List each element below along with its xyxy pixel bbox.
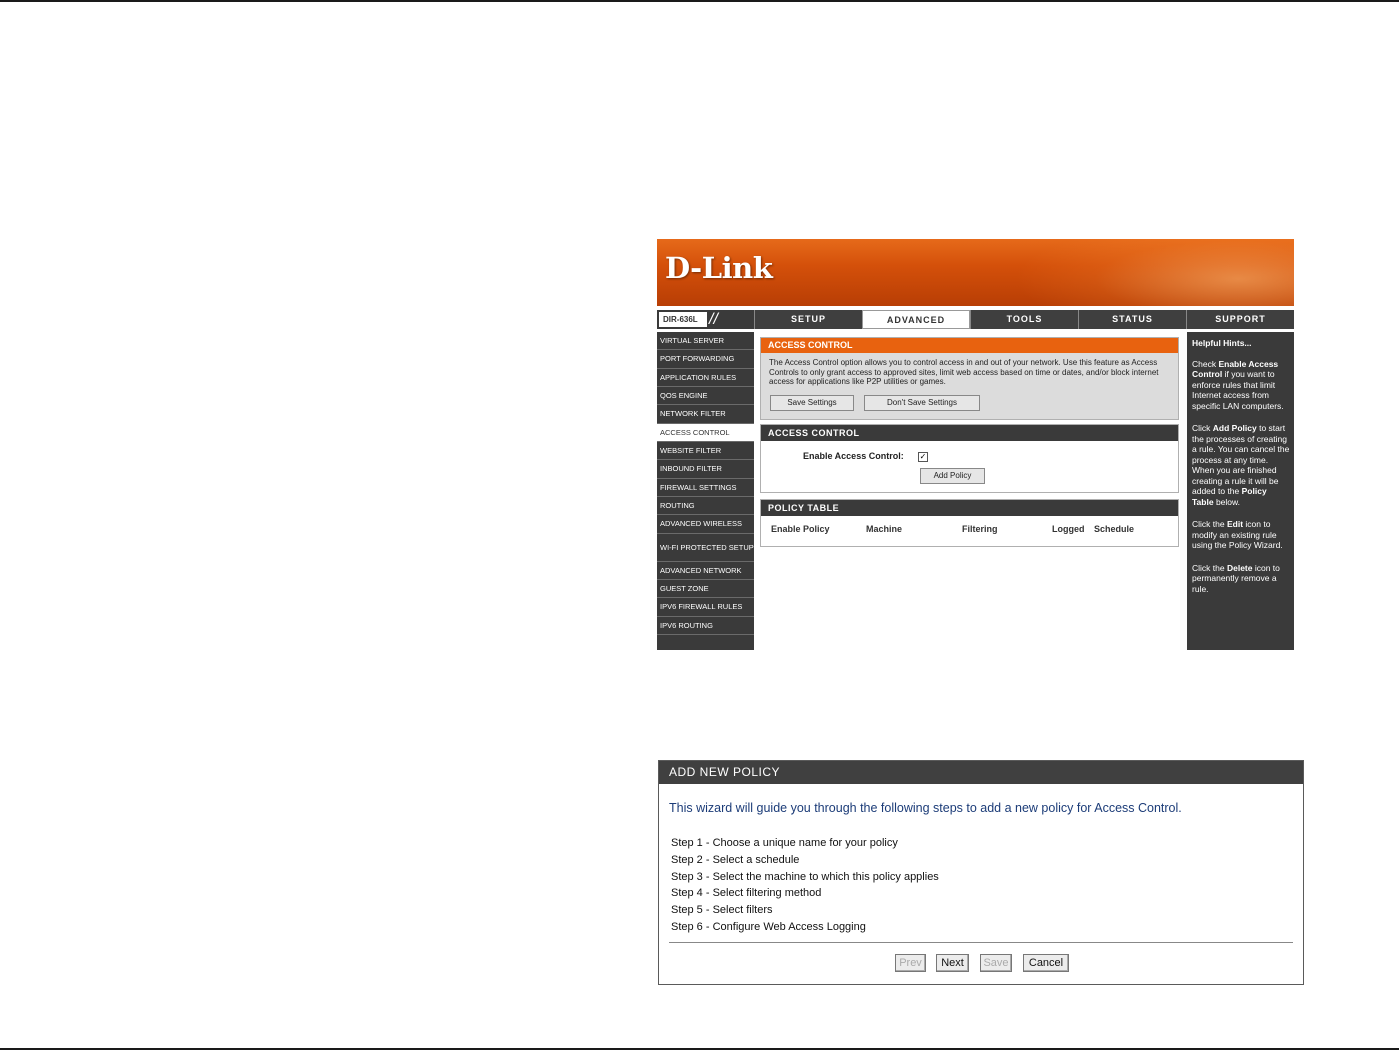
save-settings-button[interactable]: Save Settings (770, 395, 854, 411)
access-control-panel: ACCESS CONTROL Enable Access Control: ✓ … (760, 424, 1179, 493)
tab-setup[interactable]: SETUP (754, 310, 862, 329)
step-item: Step 2 - Select a schedule (671, 853, 800, 866)
helpful-hints-panel: Helpful Hints... Check Enable Access Con… (1187, 332, 1294, 650)
divider (669, 942, 1293, 943)
sidebar-item-advanced-network[interactable]: ADVANCED NETWORK (657, 562, 754, 580)
tab-status[interactable]: STATUS (1078, 310, 1186, 329)
sidebar-item-guest-zone[interactable]: GUEST ZONE (657, 580, 754, 598)
step-item: Step 1 - Choose a unique name for your p… (671, 837, 898, 849)
sidebar-item-firewall-settings[interactable]: FIREWALL SETTINGS (657, 479, 754, 497)
section-title: POLICY TABLE (761, 500, 1178, 516)
save-button[interactable]: Save (980, 954, 1012, 972)
enable-access-control-checkbox[interactable]: ✓ (918, 452, 928, 462)
sidebar-item-wifi-protected-setup[interactable]: WI-FI PROTECTED SETUP (657, 534, 754, 562)
sidebar-item-routing[interactable]: ROUTING (657, 497, 754, 515)
section-title: ACCESS CONTROL (761, 338, 1178, 353)
column-header: Machine (866, 524, 903, 534)
sidebar-item-website-filter[interactable]: WEBSITE FILTER (657, 442, 754, 460)
sidebar-item-advanced-wireless[interactable]: ADVANCED WIRELESS (657, 515, 754, 534)
wizard-intro: This wizard will guide you through the f… (669, 801, 1182, 815)
hints-title: Helpful Hints... (1192, 338, 1252, 348)
prev-button[interactable]: Prev (895, 954, 926, 972)
step-item: Step 3 - Select the machine to which thi… (671, 870, 939, 883)
add-policy-button[interactable]: Add Policy (920, 468, 985, 484)
access-control-intro-panel: ACCESS CONTROL The Access Control option… (760, 337, 1179, 420)
sidebar-item-qos-engine[interactable]: QOS ENGINE (657, 387, 754, 405)
tab-advanced[interactable]: ADVANCED (862, 310, 970, 329)
sidebar-item-virtual-server[interactable]: VIRTUAL SERVER (657, 332, 754, 350)
hint-delete: Click the Delete icon to permanently rem… (1192, 562, 1280, 594)
wizard-steps: Step 1 - Choose a unique name for your p… (671, 835, 939, 936)
router-screenshot: D-Link DIR-636L // SETUP ADVANCED TOOLS … (657, 239, 1294, 650)
column-header: Logged (1052, 524, 1085, 534)
next-button[interactable]: Next (936, 954, 969, 972)
top-nav: DIR-636L // SETUP ADVANCED TOOLS STATUS … (657, 310, 1294, 329)
column-header: Enable Policy (771, 524, 830, 534)
tab-support[interactable]: SUPPORT (1186, 310, 1294, 329)
cancel-button[interactable]: Cancel (1023, 954, 1069, 972)
top-rule (0, 0, 1399, 2)
model-label: DIR-636L (659, 312, 707, 327)
sidebar-item-application-rules[interactable]: APPLICATION RULES (657, 369, 754, 387)
dont-save-settings-button[interactable]: Don't Save Settings (864, 395, 980, 411)
main-content: ACCESS CONTROL The Access Control option… (758, 332, 1182, 650)
tab-tools[interactable]: TOOLS (970, 310, 1078, 329)
hint-add-policy: Click Add Policy to start the processes … (1192, 423, 1290, 507)
hint-edit: Click the Edit icon to modify an existin… (1192, 519, 1283, 550)
hint-enable: Check Enable Access Control if you want … (1192, 358, 1284, 411)
policy-table-panel: POLICY TABLE Enable Policy Machine Filte… (760, 499, 1179, 547)
brand-banner: D-Link (657, 239, 1294, 306)
step-item: Step 5 - Select filters (671, 904, 773, 917)
bottom-rule (0, 1048, 1399, 1050)
section-title: ACCESS CONTROL (761, 425, 1178, 441)
dlink-logo: D-Link (665, 251, 773, 285)
sidebar-item-port-forwarding[interactable]: PORT FORWARDING (657, 350, 754, 369)
column-header: Filtering (962, 524, 998, 534)
sidebar: VIRTUAL SERVER PORT FORWARDING APPLICATI… (657, 332, 754, 650)
wizard-title: ADD NEW POLICY (659, 761, 1303, 784)
add-new-policy-wizard: ADD NEW POLICY This wizard will guide yo… (658, 760, 1304, 985)
sidebar-item-inbound-filter[interactable]: INBOUND FILTER (657, 460, 754, 479)
sidebar-item-network-filter[interactable]: NETWORK FILTER (657, 405, 754, 424)
step-item: Step 4 - Select filtering method (671, 887, 822, 900)
sidebar-item-ipv6-firewall-rules[interactable]: IPV6 FIREWALL RULES (657, 598, 754, 617)
enable-access-control-label: Enable Access Control: (803, 451, 904, 461)
section-description: The Access Control option allows you to … (769, 358, 1159, 386)
step-item: Step 6 - Configure Web Access Logging (671, 920, 866, 933)
column-header: Schedule (1094, 524, 1135, 534)
slash-decoration: // (709, 311, 718, 328)
sidebar-item-access-control[interactable]: ACCESS CONTROL (657, 424, 754, 442)
sidebar-item-ipv6-routing[interactable]: IPV6 ROUTING (657, 617, 754, 635)
